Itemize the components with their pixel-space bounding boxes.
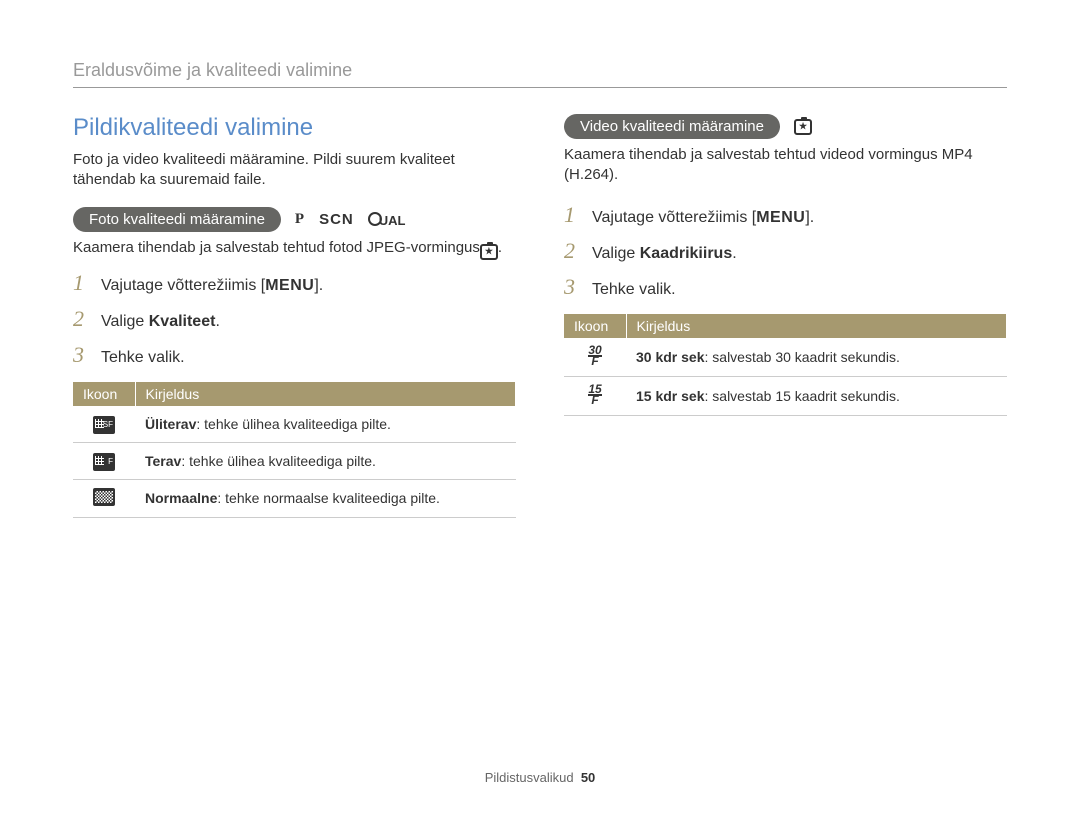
th-icon: Ikoon (73, 382, 135, 406)
step-text: Tehke valik. (592, 281, 676, 299)
camera-icon: ★ (480, 244, 498, 260)
table-row: 30 F 30 kdr sek: salvestab 30 kaadrit se… (564, 338, 1007, 377)
th-desc: Kirjeldus (626, 314, 1007, 338)
mode-scn-icon: SCN (319, 211, 354, 228)
header-rule (73, 87, 1007, 88)
mode-p-icon: P (295, 211, 305, 228)
mode-dual-icon: UAL (368, 212, 406, 228)
step-1: 1 Vajutage võtterežiimis [MENU]. (564, 202, 1007, 228)
foto-steps: 1 Vajutage võtterežiimis [MENU]. 2 Valig… (73, 270, 516, 368)
table-row: 15 F 15 kdr sek: salvestab 15 kaadrit se… (564, 377, 1007, 416)
step-2: 2 Valige Kaadrikiirus. (564, 238, 1007, 264)
video-heading-row: Video kvaliteedi määramine ★ (564, 114, 1007, 139)
video-desc: Kaamera tihendab ja salvestab tehtud vid… (564, 145, 1007, 184)
table-row: Normaalne: tehke normaalse kvaliteediga … (73, 479, 516, 517)
page-number: 50 (581, 770, 595, 785)
columns: Pildikvaliteedi valimine Foto ja video k… (73, 114, 1007, 518)
cell-icon: F (73, 442, 135, 479)
cell-desc: Üliterav: tehke ülihea kvaliteediga pilt… (135, 406, 516, 443)
camera-icon: ★ (794, 119, 812, 135)
cell-icon: 15 F (564, 377, 626, 416)
table-header-row: Ikoon Kirjeldus (73, 382, 516, 406)
step-3: 3 Tehke valik. (73, 342, 516, 368)
foto-desc: Kaamera tihendab ja salvestab tehtud fot… (73, 238, 516, 260)
step-2: 2 Valige Kvaliteet. (73, 306, 516, 332)
quality-f-icon: F (93, 453, 115, 471)
table-row: F Terav: tehke ülihea kvaliteediga pilte… (73, 442, 516, 479)
step-text: Vajutage võtterežiimis [MENU]. (592, 209, 814, 227)
quality-n-icon (93, 488, 115, 506)
menu-label: MENU (756, 209, 805, 226)
cell-icon (73, 479, 135, 517)
cell-icon: 30 F (564, 338, 626, 377)
footer: Pildistusvalikud 50 (0, 770, 1080, 785)
cell-desc: Terav: tehke ülihea kvaliteediga pilte. (135, 442, 516, 479)
intro-text: Foto ja video kvaliteedi määramine. Pild… (73, 150, 516, 189)
step-text: Valige Kaadrikiirus. (592, 245, 737, 263)
th-desc: Kirjeldus (135, 382, 516, 406)
step-number: 1 (564, 202, 582, 228)
cell-icon: SF (73, 406, 135, 443)
foto-quality-table: Ikoon Kirjeldus SF Üliterav: tehke ülihe… (73, 382, 516, 518)
table-header-row: Ikoon Kirjeldus (564, 314, 1007, 338)
th-icon: Ikoon (564, 314, 626, 338)
fps-15-icon: 15 F (588, 385, 601, 405)
page: Eraldusvõime ja kvaliteedi valimine Pild… (0, 0, 1080, 815)
table-row: SF Üliterav: tehke ülihea kvaliteediga p… (73, 406, 516, 443)
video-quality-table: Ikoon Kirjeldus 30 F 30 kdr sek: salvest… (564, 314, 1007, 416)
foto-pill: Foto kvaliteedi määramine (73, 207, 281, 232)
cell-desc: 30 kdr sek: salvestab 30 kaadrit sekundi… (626, 338, 1007, 377)
video-steps: 1 Vajutage võtterežiimis [MENU]. 2 Valig… (564, 202, 1007, 300)
cell-desc: 15 kdr sek: salvestab 15 kaadrit sekundi… (626, 377, 1007, 416)
step-text: Vajutage võtterežiimis [MENU]. (101, 277, 323, 295)
step-number: 1 (73, 270, 91, 296)
step-number: 2 (564, 238, 582, 264)
step-3: 3 Tehke valik. (564, 274, 1007, 300)
step-1: 1 Vajutage võtterežiimis [MENU]. (73, 270, 516, 296)
cell-desc: Normaalne: tehke normaalse kvaliteediga … (135, 479, 516, 517)
quality-sf-icon: SF (93, 416, 115, 434)
fps-30-icon: 30 F (588, 346, 601, 366)
section-title: Pildikvaliteedi valimine (73, 114, 516, 142)
step-text: Valige Kvaliteet. (101, 313, 220, 331)
step-number: 3 (73, 342, 91, 368)
right-column: Video kvaliteedi määramine ★ Kaamera tih… (564, 114, 1007, 518)
footer-section: Pildistusvalikud (485, 770, 574, 785)
left-column: Pildikvaliteedi valimine Foto ja video k… (73, 114, 516, 518)
step-number: 2 (73, 306, 91, 332)
step-number: 3 (564, 274, 582, 300)
menu-label: MENU (265, 277, 314, 294)
foto-heading-row: Foto kvaliteedi määramine P SCN UAL (73, 207, 516, 232)
step-text: Tehke valik. (101, 349, 185, 367)
page-header: Eraldusvõime ja kvaliteedi valimine (73, 60, 1007, 81)
video-pill: Video kvaliteedi määramine (564, 114, 780, 139)
